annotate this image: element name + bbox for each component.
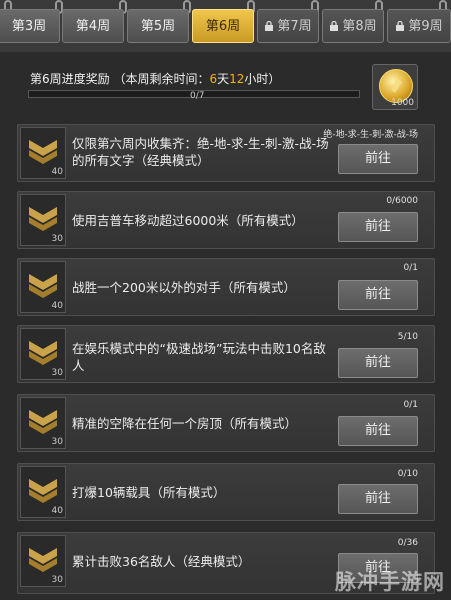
tab-week-6[interactable]: 第6周 (192, 9, 254, 43)
go-button[interactable]: 前往 (338, 484, 418, 514)
hours-remaining: 12 (229, 72, 245, 86)
task-description: 使用吉普车移动超过6000米（所有模式） (72, 213, 304, 228)
task-points: 30 (51, 437, 63, 447)
task-badge: 40 (20, 127, 66, 179)
chevron-badge-icon (29, 140, 57, 164)
hours-unit: 小时） (244, 72, 281, 86)
task-progress: 绝-地-求-生-刺-激-战-场 (323, 130, 418, 140)
tab-week-4[interactable]: 第4周 (62, 9, 124, 43)
chevron-badge-icon (29, 479, 57, 503)
tab-label: 第3周 (11, 19, 47, 34)
task-progress: 0/6000 (386, 196, 418, 206)
tab-label: 第4周 (75, 19, 111, 34)
days-unit: 天 (217, 72, 230, 86)
task-card: 40 打爆10辆载具（所有模式） 0/10 前往 (17, 463, 435, 521)
tab-week-7[interactable]: 第7周 (257, 9, 319, 43)
chevron-badge-icon (29, 410, 57, 434)
chevron-badge-icon (29, 274, 57, 298)
go-button[interactable]: 前往 (338, 212, 418, 242)
progress-title-prefix: 第6周进度奖励 （本周剩余时间： (30, 72, 210, 86)
task-badge: 40 (20, 261, 66, 313)
task-progress: 0/1 (403, 263, 418, 273)
go-button[interactable]: 前往 (338, 348, 418, 378)
lock-icon (330, 21, 339, 31)
tab-label: 第5周 (140, 19, 176, 34)
chevron-badge-icon (29, 548, 57, 572)
task-description: 累计击败36名敌人（经典模式） (72, 554, 251, 569)
task-points: 40 (51, 167, 63, 177)
task-badge: 30 (20, 535, 66, 587)
watermark: 脉冲手游网 (335, 570, 445, 594)
task-points: 40 (51, 506, 63, 516)
task-points: 30 (51, 368, 63, 378)
week-tab-bar: 第3周 第4周 第5周 第6周 第7周 第8周 第9周 (0, 0, 451, 52)
task-card: 30 在娱乐模式中的“极速战场”玩法中击败10名敌人 5/10 前往 (17, 325, 435, 383)
progress-title: 第6周进度奖励 （本周剩余时间：6天12小时） (30, 70, 280, 87)
task-points: 40 (51, 301, 63, 311)
tab-label: 第9周 (408, 19, 443, 34)
task-points: 30 (51, 234, 63, 244)
reward-count: 1000 (391, 98, 414, 108)
task-progress: 0/1 (403, 400, 418, 410)
tab-week-9[interactable]: 第9周 (387, 9, 451, 43)
chevron-badge-icon (29, 341, 57, 365)
tab-week-3[interactable]: 第3周 (0, 9, 60, 43)
task-progress: 5/10 (397, 332, 418, 342)
lock-icon (265, 21, 274, 31)
task-progress: 0/36 (397, 538, 418, 548)
tab-label: 第6周 (205, 19, 241, 34)
task-description: 仅限第六周内收集齐：绝-地-求-生-刺-激-战-场的所有文字（经典模式） (72, 136, 329, 168)
task-badge: 30 (20, 397, 66, 449)
go-button[interactable]: 前往 (338, 416, 418, 446)
tab-week-5[interactable]: 第5周 (127, 9, 189, 43)
task-description: 在娱乐模式中的“极速战场”玩法中击败10名敌人 (72, 341, 326, 373)
task-card: 30 使用吉普车移动超过6000米（所有模式） 0/6000 前往 (17, 191, 435, 249)
task-badge: 30 (20, 328, 66, 380)
reward-chest[interactable]: 1000 (372, 64, 418, 110)
task-badge: 40 (20, 466, 66, 518)
task-card: 40 仅限第六周内收集齐：绝-地-求-生-刺-激-战-场的所有文字（经典模式） … (17, 124, 435, 182)
progress-count: 0/7 (190, 91, 205, 101)
task-progress: 0/10 (397, 469, 418, 479)
days-remaining: 6 (209, 72, 218, 86)
chevron-badge-icon (29, 207, 57, 231)
go-button[interactable]: 前往 (338, 144, 418, 174)
tab-week-8[interactable]: 第8周 (322, 9, 384, 43)
task-badge: 30 (20, 194, 66, 246)
lock-icon (396, 21, 405, 31)
task-card: 30 精准的空降在任何一个房顶（所有模式） 0/1 前往 (17, 394, 435, 452)
task-description: 战胜一个200米以外的对手（所有模式） (72, 280, 296, 295)
task-card: 40 战胜一个200米以外的对手（所有模式） 0/1 前往 (17, 258, 435, 316)
go-button[interactable]: 前往 (338, 280, 418, 310)
task-description: 打爆10辆载具（所有模式） (72, 485, 226, 500)
tab-label: 第8周 (342, 19, 377, 34)
task-description: 精准的空降在任何一个房顶（所有模式） (72, 416, 298, 431)
tab-label: 第7周 (277, 19, 312, 34)
task-points: 30 (51, 575, 63, 585)
progress-reward-panel: 第6周进度奖励 （本周剩余时间：6天12小时） 0/7 (20, 62, 431, 112)
